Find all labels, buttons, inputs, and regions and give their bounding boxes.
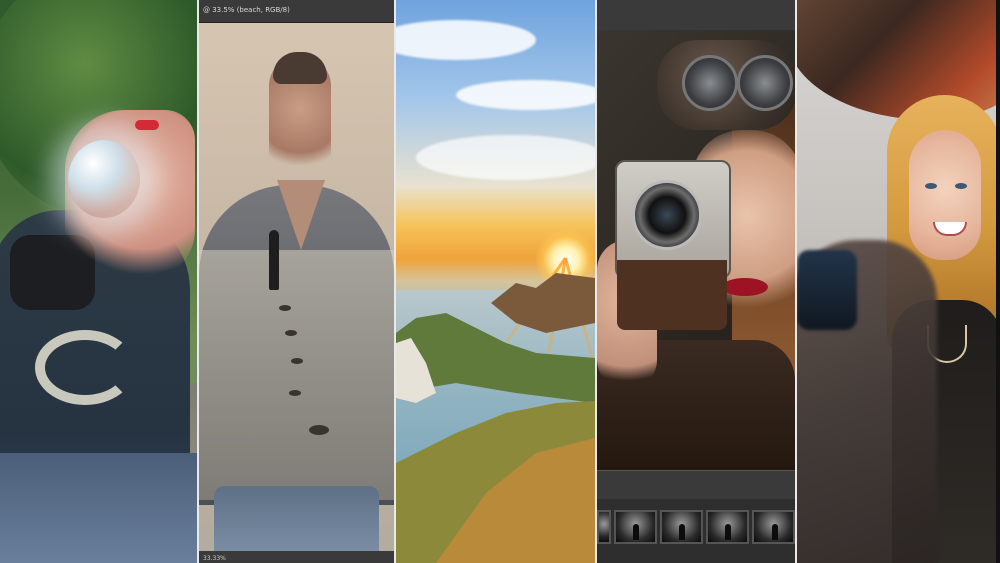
jeans (214, 486, 379, 551)
panel-retro-camera (597, 0, 795, 563)
goggle-lens (737, 55, 793, 111)
panel-sunset-landscape (396, 0, 595, 563)
footprint (309, 425, 329, 435)
water-balloon-splash (68, 140, 140, 218)
filmstrip-thumbnail[interactable] (597, 510, 611, 544)
smiling-face (909, 130, 981, 260)
coastal-cliffs (396, 273, 595, 563)
silhouette (725, 524, 732, 540)
neckline (277, 180, 325, 250)
goggle-lens (682, 55, 738, 111)
footprint (291, 358, 303, 364)
editor-status-bar: 33.33% (199, 551, 394, 563)
cloud (416, 135, 595, 180)
photo-collage: @ 33.5% (beach, RGB/8) 33.33% (0, 0, 1000, 563)
camera-lens (632, 180, 702, 250)
eye (955, 183, 967, 189)
editor-top-bar (597, 0, 795, 30)
document-tab-label[interactable]: @ 33.5% (beach, RGB/8) (203, 6, 290, 14)
shirt-logo (35, 330, 135, 405)
distant-cliff (491, 273, 595, 333)
filmstrip-thumbnail[interactable] (659, 510, 703, 544)
beach-overlay (199, 250, 394, 500)
filmstrip-thumbnail[interactable] (613, 510, 657, 544)
footprint (279, 305, 291, 311)
panel-blonde-portrait (797, 0, 996, 563)
cloud (396, 20, 536, 60)
cloud (456, 80, 595, 110)
filmstrip-toolbar (597, 470, 795, 499)
silhouette (679, 524, 686, 540)
man-hair (273, 52, 327, 84)
jeans (0, 453, 197, 563)
filmstrip (597, 510, 795, 544)
red-fingernail (135, 120, 159, 130)
footprint (289, 390, 301, 396)
editor-tab-bar: @ 33.5% (beach, RGB/8) (199, 0, 394, 23)
footprint (285, 330, 297, 336)
camera (797, 250, 857, 330)
panel-water-balloon (0, 0, 197, 563)
eye (925, 183, 937, 189)
zoom-readout: 33.33% (203, 555, 226, 562)
silhouette (771, 524, 778, 540)
walking-woman-silhouette (269, 230, 279, 290)
red-lips (722, 278, 768, 296)
camera-case (617, 260, 727, 330)
filmstrip-thumbnail[interactable] (751, 510, 795, 544)
silhouette (633, 524, 640, 540)
filmstrip-thumbnail[interactable] (705, 510, 749, 544)
panel-double-exposure: @ 33.5% (beach, RGB/8) 33.33% (199, 0, 394, 563)
